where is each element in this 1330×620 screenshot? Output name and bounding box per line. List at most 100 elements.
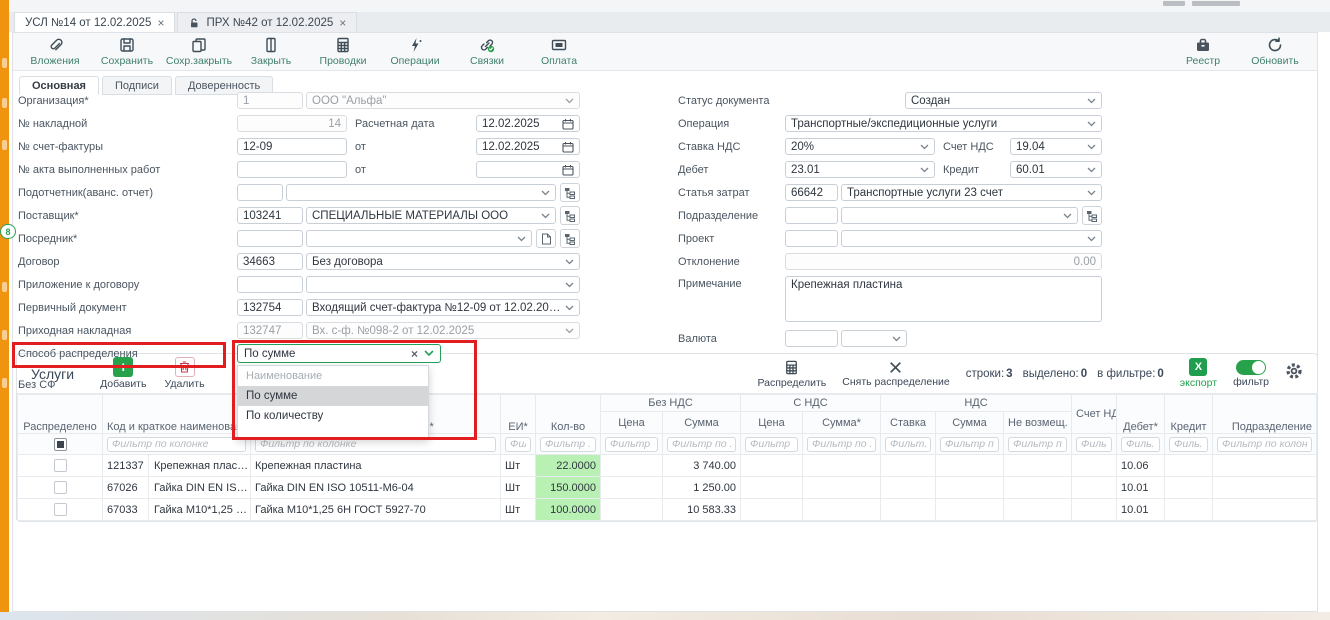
col-debit[interactable]: Дебет* — [1117, 395, 1165, 434]
status-select[interactable]: Создан — [905, 92, 1102, 109]
col-vat-nonrefund[interactable]: Не возмещ. — [1004, 412, 1072, 434]
sf-date-input[interactable]: 12.02.2025 — [476, 138, 580, 155]
department-select[interactable] — [841, 207, 1078, 224]
filter-toggle[interactable]: фильтр — [1233, 360, 1269, 388]
income-invoice-select[interactable]: Вх. с-ф. №098-2 от 12.02.2025 — [306, 322, 580, 339]
refresh-button[interactable]: Обновить — [1239, 36, 1311, 67]
links-button[interactable]: Связки — [451, 36, 523, 67]
supplier-tree-button[interactable] — [560, 206, 580, 225]
project-select[interactable] — [841, 230, 1102, 247]
save-close-button[interactable]: Сохр.закрыть — [163, 36, 235, 67]
col-code-shortname[interactable]: Код и краткое наименование — [103, 395, 251, 434]
save-button[interactable]: Сохранить — [91, 36, 163, 67]
col-vat-sum[interactable]: Сумма — [936, 412, 1004, 434]
filter-input[interactable] — [605, 437, 658, 452]
department-code[interactable] — [785, 207, 838, 224]
calendar-icon[interactable] — [562, 141, 574, 153]
filter-input[interactable] — [807, 437, 876, 452]
filter-input[interactable] — [667, 437, 736, 452]
credit-select[interactable]: 60.01 — [1010, 161, 1102, 178]
dropdown-option-by-qty[interactable]: По количеству — [238, 406, 428, 426]
clear-icon[interactable]: × — [411, 347, 418, 361]
currency-code[interactable] — [785, 330, 838, 347]
tab-close-icon[interactable]: × — [339, 16, 346, 30]
col-price-vat[interactable]: Цена — [741, 412, 803, 434]
filter-input[interactable] — [505, 437, 531, 452]
close-button[interactable]: Закрыть — [235, 36, 307, 67]
collapsed-sidebar[interactable] — [0, 0, 9, 612]
contract-select[interactable]: Без договора — [306, 253, 580, 270]
filter-input[interactable] — [1169, 437, 1208, 452]
filter-input[interactable] — [540, 437, 596, 452]
col-vat-rate[interactable]: Ставка — [881, 412, 936, 434]
filter-input[interactable] — [107, 437, 246, 452]
act-date-input[interactable] — [476, 161, 580, 178]
filter-input[interactable] — [745, 437, 798, 452]
mediator-tree-button[interactable] — [560, 229, 580, 248]
col-price-no-vat[interactable]: Цена — [601, 412, 663, 434]
calendar-icon[interactable] — [562, 118, 574, 130]
filter-input[interactable] — [940, 437, 999, 452]
contract-code[interactable]: 34663 — [237, 253, 303, 270]
accountant-code[interactable] — [237, 184, 283, 201]
vat-rate-select[interactable]: 20% — [785, 138, 935, 155]
department-tree-button[interactable] — [1082, 206, 1102, 225]
tab-prh-document[interactable]: ПРХ №42 от 12.02.2025 × — [177, 12, 357, 32]
sf-number-input[interactable]: 12-09 — [237, 138, 347, 155]
act-number-input[interactable] — [237, 161, 347, 178]
calc-date-input[interactable]: 12.02.2025 — [476, 115, 580, 132]
filter-input[interactable] — [1076, 437, 1112, 452]
row-checkbox[interactable] — [54, 481, 67, 494]
table-row[interactable]: 67033Гайка М10*1,25 6Н Г... Гайка М10*1,… — [18, 499, 1317, 521]
accountant-select[interactable] — [286, 184, 556, 201]
row-checkbox[interactable] — [54, 503, 67, 516]
col-sum-no-vat[interactable]: Сумма — [663, 412, 741, 434]
note-textarea[interactable]: Крепежная пластина — [785, 276, 1102, 322]
deviation-input[interactable]: 0.00 — [785, 253, 1102, 270]
primary-doc-code[interactable]: 132754 — [237, 299, 303, 316]
invoice-number-input[interactable]: 14 — [237, 115, 347, 132]
postings-button[interactable]: Проводки — [307, 36, 379, 67]
calendar-icon[interactable] — [562, 164, 574, 176]
operations-button[interactable]: Операции — [379, 36, 451, 67]
distribute-button[interactable]: Распределить — [758, 359, 827, 389]
contract-annex-select[interactable] — [306, 276, 580, 293]
select-all-checkbox[interactable] — [54, 438, 67, 451]
filter-input[interactable] — [1008, 437, 1067, 452]
row-checkbox[interactable] — [54, 459, 67, 472]
export-button[interactable]: X экспорт — [1180, 358, 1217, 389]
mediator-doc-button[interactable] — [536, 229, 556, 248]
organization-select[interactable]: ООО "Альфа" — [306, 92, 580, 109]
col-distributed[interactable]: Распределено — [18, 395, 103, 434]
col-sum-vat[interactable]: Сумма* — [803, 412, 881, 434]
debit-select[interactable]: 23.01 — [785, 161, 935, 178]
tab-usl-document[interactable]: УСЛ №14 от 12.02.2025 × — [14, 12, 175, 32]
primary-doc-select[interactable]: Входящий счет-фактура №12-09 от 12.02.20… — [306, 299, 580, 316]
supplier-code[interactable]: 103241 — [237, 207, 303, 224]
col-vat-account[interactable]: Счет НДС — [1072, 395, 1117, 434]
undistribute-button[interactable]: Снять распределение — [842, 360, 949, 388]
operation-select[interactable]: Транспортные/экспедиционные услуги — [785, 115, 1102, 132]
tab-close-icon[interactable]: × — [157, 16, 164, 30]
attachments-button[interactable]: Вложения — [19, 36, 91, 67]
organization-code[interactable]: 1 — [237, 92, 303, 109]
mediator-code[interactable] — [237, 230, 303, 247]
supplier-select[interactable]: СПЕЦИАЛЬНЫЕ МАТЕРИАЛЫ ООО — [306, 207, 556, 224]
table-row[interactable]: 67026Гайка DIN EN ISO 10... Гайка DIN EN… — [18, 477, 1317, 499]
distribution-combobox[interactable]: По сумме × Наименование По сумме По коли… — [237, 344, 441, 363]
project-code[interactable] — [785, 230, 838, 247]
col-qty[interactable]: Кол-во — [536, 395, 601, 434]
accountant-tree-button[interactable] — [560, 183, 580, 202]
dropdown-option-by-sum[interactable]: По сумме — [238, 386, 428, 406]
col-credit[interactable]: Кредит — [1165, 395, 1213, 434]
col-department[interactable]: Подразделение — [1213, 395, 1317, 434]
cost-item-code[interactable]: 66642 — [785, 184, 838, 201]
contract-annex-code[interactable] — [237, 276, 303, 293]
currency-select[interactable] — [841, 330, 907, 347]
registry-button[interactable]: Реестр — [1167, 36, 1239, 67]
col-unit[interactable]: ЕИ* — [501, 395, 536, 434]
filter-input[interactable] — [1217, 437, 1312, 452]
table-row[interactable]: 121337Крепежная пластина Крепежная пласт… — [18, 455, 1317, 477]
filter-input[interactable] — [885, 437, 931, 452]
income-invoice-code[interactable]: 132747 — [237, 322, 303, 339]
